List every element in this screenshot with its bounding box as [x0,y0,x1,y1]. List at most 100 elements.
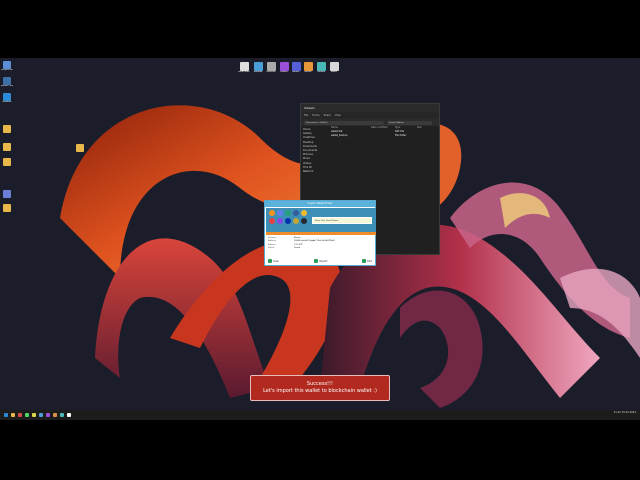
scan-button-label: Scan [273,259,280,263]
file-size [417,134,431,138]
taskbar-app-icon[interactable] [11,413,15,417]
wallet-app-window[interactable]: Crypto Wallet Finder Paste Your Seed Phr… [264,200,376,266]
scan-icon [268,259,272,263]
app-icon [303,62,313,71]
taskbar-app-icon[interactable] [53,413,57,417]
shortcut-label: Bitcoin Core [0,85,14,87]
exit-button-label: Exit [367,259,372,263]
desktop-shortcut[interactable]: Bitcoin Core [0,77,14,88]
taskbar-app-icon[interactable] [46,413,50,417]
app-icon [316,62,326,71]
taskbar-app-icon[interactable] [4,413,8,417]
taskbar-app-icon[interactable] [32,413,36,417]
wallet-titlebar[interactable]: Crypto Wallet Finder [265,201,375,207]
coin-icon [285,218,291,224]
exit-icon [362,259,367,263]
table-row[interactable]: wallet_backup File folder [331,134,439,138]
desktop-shortcut[interactable] [0,204,14,212]
explorer-ribbon: File Home Share View [301,112,439,119]
result-label: Status [268,246,275,249]
explorer-address-row: Documents > Wallets Search Wallets [301,119,439,126]
app-icon [266,62,276,71]
wallet-banner: Paste Your Seed Phrase [266,208,376,232]
file-icon [239,62,249,71]
wallet-result-fields: Network Bitcoin Address 1HtWLs6mHr1Q6gAo71X… [268,237,368,250]
result-value: Found [294,246,301,249]
import-icon [314,259,319,263]
search-input[interactable]: Search Wallets [387,120,432,125]
system-tray[interactable]: 11:42 15.02.2024 [614,411,636,415]
notification-message: Let's import this wallet to blockchain w… [263,388,377,394]
clock-time: 11:42 [613,411,621,414]
address-bar[interactable]: Documents > Wallets [304,120,384,125]
coin-icon [293,210,299,216]
desktop-shortcut[interactable]: Electrum [264,62,278,74]
desktop-shortcut[interactable]: Coinomi [314,62,328,74]
taskbar-app-icon[interactable] [39,413,43,417]
shortcut-label: wallet data [238,71,250,73]
shortcut-label: Electrum [266,71,276,73]
app-icon [253,62,263,71]
scan-button[interactable]: Scan [268,259,279,263]
tab-view[interactable]: View [335,114,341,117]
taskbar-app-icon[interactable] [67,413,71,417]
shortcut-label: Coinomi [316,71,326,73]
app-icon [291,62,301,71]
folder-icon [3,204,11,212]
desktop-shortcut[interactable] [0,158,14,166]
folder-icon [76,144,84,152]
exit-button[interactable]: Exit [362,259,372,263]
desktop-shortcut[interactable]: Recycle Bin [0,61,14,72]
folder-icon [3,158,11,166]
file-name: wallet_backup [331,134,348,137]
shortcut-label: Wallet [330,71,338,73]
taskbar-app-icon[interactable] [60,413,64,417]
tab-file[interactable]: File [304,114,308,117]
desktop-shortcut[interactable] [0,125,14,133]
desktop-shortcut[interactable]: Windows [0,93,14,104]
shortcut-label: Bitcoin [304,71,312,73]
shortcut-label: Recycle Bin [1,69,13,71]
desktop-shortcut[interactable]: Bitcoin [301,62,315,74]
coin-icon [285,210,291,216]
taskbar-app-icon[interactable] [18,413,22,417]
coin-icon [293,218,299,224]
taskbar: 11:42 15.02.2024 [0,410,640,420]
coin-icon [301,210,307,216]
recycle-bin-icon [3,61,11,69]
app-icon [279,62,289,71]
notification-title: Success!!! [306,381,334,387]
desktop-shortcut[interactable] [0,143,14,151]
seed-phrase-input[interactable]: Paste Your Seed Phrase [312,217,372,224]
shortcut-label: Notepad [253,71,263,73]
desktop-shortcut[interactable]: Notepad [251,62,265,74]
windows-app-icon [3,93,11,101]
file-date [371,134,395,138]
wallet-buttons: Scan Import Exit [268,259,372,263]
desktop-shortcut[interactable]: Wallet [327,62,341,74]
tab-home[interactable]: Home [312,114,319,117]
nav-item[interactable]: Network [303,170,327,174]
app-icon [3,190,11,198]
clock-date: 15.02.2024 [621,411,636,414]
shortcut-label: Windows [2,101,12,103]
desktop-shortcut[interactable] [0,190,14,198]
coin-icon [269,210,275,216]
explorer-titlebar[interactable]: Wallets [301,104,439,112]
desktop-folder-item[interactable] [73,144,87,152]
desktop: Recycle Bin Bitcoin Core Windows wallet da… [0,58,640,420]
app-icon [329,62,339,71]
taskbar-app-icon[interactable] [25,413,29,417]
coin-icon [301,218,307,224]
wallet-app-icon [3,77,11,85]
coin-icons [269,210,307,224]
import-button[interactable]: Import [314,259,327,263]
tab-share[interactable]: Share [324,114,331,117]
result-row: Status Found [268,247,368,250]
file-type: File folder [395,134,407,137]
success-notification: Success!!! Let's import this wallet to b… [250,375,390,401]
desktop-shortcut[interactable]: wallet data [237,62,251,74]
coin-icon [277,218,283,224]
coin-icon [269,218,275,224]
coin-icon [277,210,283,216]
